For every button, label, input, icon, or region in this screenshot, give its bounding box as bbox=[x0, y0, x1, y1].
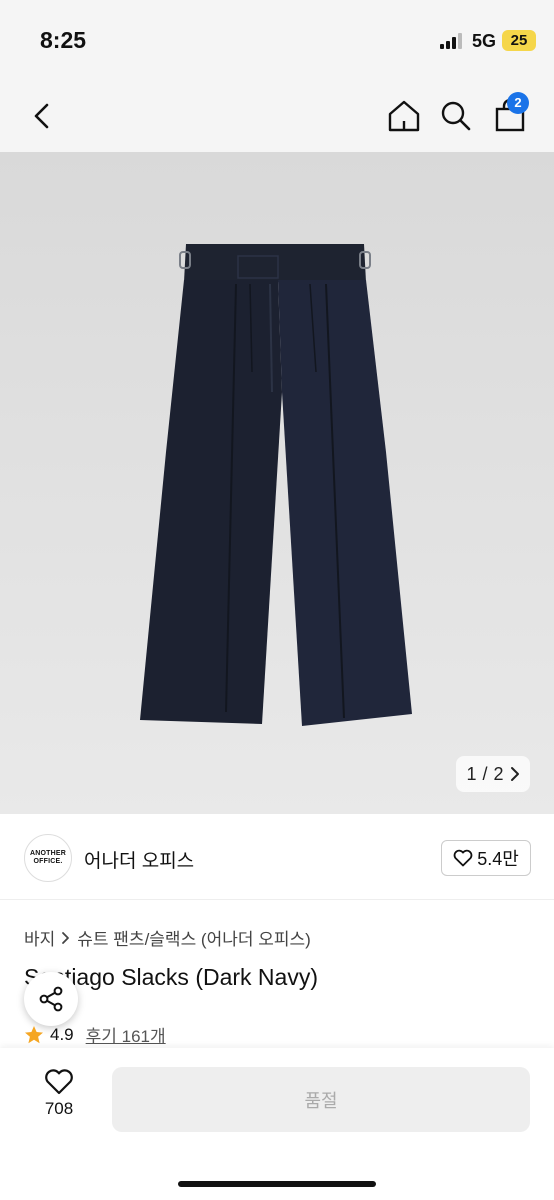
network-type: 5G bbox=[472, 31, 497, 51]
chevron-right-icon bbox=[510, 767, 519, 781]
cart-count-badge: 2 bbox=[507, 92, 529, 114]
home-indicator bbox=[178, 1181, 376, 1187]
status-time: 8:25 bbox=[40, 27, 87, 53]
page-total: 2 bbox=[493, 763, 504, 784]
home-button[interactable] bbox=[382, 94, 426, 138]
breadcrumb-item-category[interactable]: 바지 bbox=[24, 925, 55, 950]
product-image-gallery[interactable]: 1 / 2 bbox=[0, 152, 554, 814]
product-image bbox=[140, 244, 412, 726]
heart-outline-icon bbox=[453, 849, 473, 867]
share-icon bbox=[39, 986, 63, 1012]
home-icon bbox=[388, 100, 420, 132]
page-separator: / bbox=[482, 763, 488, 784]
brand-name[interactable]: 어나더 오피스 bbox=[84, 846, 194, 873]
image-page-counter[interactable]: 1 / 2 bbox=[456, 756, 530, 792]
bottom-action-bar: 708 품절 bbox=[0, 1048, 554, 1200]
share-button[interactable] bbox=[24, 972, 78, 1026]
page-current: 1 bbox=[466, 763, 477, 784]
top-nav bbox=[0, 80, 554, 152]
rating-row: 4.9 후기 161개 bbox=[24, 1022, 166, 1047]
review-count-link[interactable]: 후기 161개 bbox=[86, 1022, 166, 1047]
status-bar: 8:25 5G 25 bbox=[0, 0, 554, 80]
heart-outline-icon bbox=[45, 1069, 73, 1095]
back-button[interactable] bbox=[20, 94, 64, 138]
brand-like-count: 5.4만 bbox=[477, 849, 519, 869]
chevron-right-icon bbox=[62, 931, 70, 944]
search-button[interactable] bbox=[434, 94, 478, 138]
search-icon bbox=[441, 101, 471, 131]
signal-icon bbox=[440, 33, 462, 49]
star-icon bbox=[25, 1025, 43, 1043]
brand-row: ANOTHER OFFICE. 어나더 오피스 5.4만 bbox=[0, 814, 554, 900]
rating-value: 4.9 bbox=[50, 1024, 74, 1044]
breadcrumb: 바지 슈트 팬츠/슬랙스 (어나더 오피스) bbox=[24, 925, 311, 950]
like-button[interactable]: 708 bbox=[30, 1068, 88, 1128]
like-count: 708 bbox=[44, 1099, 74, 1118]
chevron-left-icon bbox=[34, 103, 49, 129]
brand-logo-line1: ANOTHER bbox=[29, 850, 66, 857]
battery-indicator: 25 bbox=[502, 30, 536, 51]
brand-logo[interactable]: ANOTHER OFFICE. bbox=[24, 834, 72, 882]
brand-like-button[interactable]: 5.4만 bbox=[441, 840, 531, 876]
breadcrumb-item-subcategory[interactable]: 슈트 팬츠/슬랙스 (어나더 오피스) bbox=[77, 925, 311, 950]
brand-logo-line2: OFFICE. bbox=[33, 858, 63, 865]
sold-out-button[interactable]: 품절 bbox=[112, 1067, 530, 1132]
